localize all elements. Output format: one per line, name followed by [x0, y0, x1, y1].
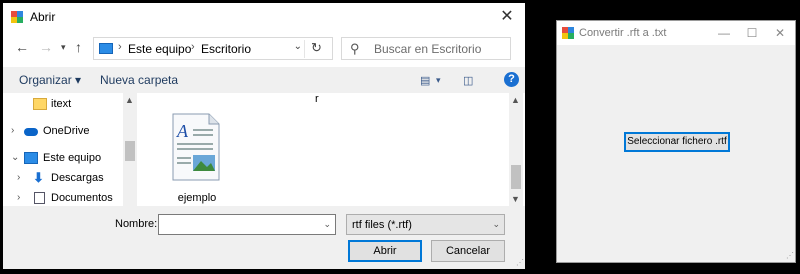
tree-item-label: Descargas: [51, 172, 104, 184]
help-icon[interactable]: ?: [504, 72, 519, 87]
chevron-down-icon[interactable]: ⌄: [294, 41, 302, 52]
minimize-icon[interactable]: —: [715, 24, 733, 42]
file-list-scrollbar[interactable]: ▲ ▼: [509, 93, 523, 206]
forward-arrow-icon[interactable]: →: [39, 39, 53, 55]
file-list: r A ejemplo: [137, 93, 509, 206]
filename-label: Nombre:: [115, 218, 158, 230]
breadcrumb-escritorio[interactable]: Escritorio: [201, 42, 251, 56]
tree-item-label: Documentos: [51, 192, 113, 204]
dialog-titlebar[interactable]: Abrir ✕: [3, 3, 525, 31]
svg-text:A: A: [176, 121, 189, 141]
file-item-label: r: [315, 93, 319, 105]
close-icon[interactable]: ✕: [497, 7, 517, 27]
cancel-button[interactable]: Cancelar: [431, 240, 505, 262]
app-icon: [11, 11, 23, 23]
form-titlebar[interactable]: Convertir .rft a .txt — ☐ ✕: [557, 21, 795, 45]
tree-item-label: itext: [51, 98, 72, 110]
tree-item-este-equipo[interactable]: ⌄ Este equipo: [3, 149, 123, 169]
folder-icon: [33, 98, 47, 110]
dialog-footer: Nombre: ⌄ rtf files (*.rtf) ⌄ Abrir Canc…: [3, 206, 525, 269]
search-placeholder: Buscar en Escritorio: [374, 42, 482, 56]
documents-icon: [34, 192, 45, 204]
recent-locations-chevron-icon[interactable]: ▾: [61, 42, 66, 53]
open-file-dialog: Abrir ✕ ← → ▾ ↑ › Este equipo › Escritor…: [3, 3, 525, 269]
tree-item-onedrive[interactable]: › OneDrive: [3, 122, 123, 142]
view-options-chevron-icon[interactable]: ▾: [436, 75, 441, 86]
filename-input[interactable]: ⌄: [158, 214, 336, 235]
select-file-button[interactable]: Seleccionar fichero .rtf: [624, 132, 730, 152]
form-title: Convertir .rft a .txt: [579, 27, 667, 39]
file-type-value: rtf files (*.rtf): [352, 219, 412, 231]
search-input[interactable]: ⚲ Buscar en Escritorio: [341, 37, 511, 60]
tree-item-itext[interactable]: itext: [3, 95, 123, 115]
computer-icon: [24, 152, 38, 164]
navigation-tree: itext › OneDrive ⌄ Este equipo › ⬇ Desca…: [3, 93, 137, 206]
up-arrow-icon[interactable]: ↑: [75, 39, 82, 55]
back-arrow-icon[interactable]: ←: [15, 39, 29, 55]
command-bar: Organizar ▾ Nueva carpeta ▤ ▾ ◫ ?: [3, 67, 525, 93]
refresh-icon[interactable]: ↻: [304, 40, 328, 58]
computer-icon: [99, 43, 113, 54]
file-item-label: ejemplo: [177, 192, 217, 204]
open-button[interactable]: Abrir: [348, 240, 422, 262]
chevron-down-icon[interactable]: ⌄: [11, 152, 19, 163]
rtf-document-icon: A: [172, 113, 220, 181]
cloud-icon: [24, 128, 38, 136]
resize-grip-icon[interactable]: ⋰: [516, 258, 524, 267]
app-icon: [562, 27, 574, 39]
address-bar[interactable]: › Este equipo › Escritorio ⌄ ↻: [93, 37, 333, 60]
tree-item-descargas[interactable]: › ⬇ Descargas: [3, 169, 123, 189]
chevron-right-icon[interactable]: ›: [17, 192, 20, 203]
scroll-up-icon[interactable]: ▲: [511, 95, 520, 105]
scrollbar-thumb[interactable]: [511, 165, 521, 189]
chevron-right-icon[interactable]: ›: [11, 125, 14, 136]
dialog-title: Abrir: [30, 10, 56, 24]
maximize-icon[interactable]: ☐: [743, 24, 761, 42]
chevron-down-icon[interactable]: ⌄: [492, 219, 500, 230]
breadcrumb-este-equipo[interactable]: Este equipo: [128, 42, 191, 56]
search-icon: ⚲: [350, 41, 360, 56]
scroll-up-icon[interactable]: ▲: [125, 95, 134, 105]
organize-button[interactable]: Organizar ▾: [19, 73, 81, 87]
change-view-icon[interactable]: ▤: [420, 74, 430, 87]
breadcrumb-separator-icon[interactable]: ›: [118, 41, 122, 53]
tree-scrollbar[interactable]: ▲: [123, 93, 137, 206]
file-type-select[interactable]: rtf files (*.rtf) ⌄: [346, 214, 505, 235]
new-folder-button[interactable]: Nueva carpeta: [100, 73, 178, 87]
breadcrumb-separator-icon[interactable]: ›: [191, 41, 195, 53]
tree-item-label: OneDrive: [43, 125, 90, 137]
scrollbar-thumb[interactable]: [125, 141, 135, 161]
chevron-right-icon[interactable]: ›: [17, 172, 20, 183]
browser-area: itext › OneDrive ⌄ Este equipo › ⬇ Desca…: [3, 93, 525, 206]
chevron-down-icon[interactable]: ⌄: [323, 219, 331, 230]
file-item-ejemplo[interactable]: A ejemplo: [165, 113, 229, 205]
preview-pane-icon[interactable]: ◫: [463, 74, 473, 87]
scroll-down-icon[interactable]: ▼: [511, 194, 520, 204]
tree-item-label: Este equipo: [43, 152, 102, 164]
download-icon: ⬇: [33, 170, 44, 185]
resize-grip-icon[interactable]: ⋰: [786, 251, 794, 260]
converter-window: Convertir .rft a .txt — ☐ ✕ Seleccionar …: [556, 20, 796, 263]
close-icon[interactable]: ✕: [771, 24, 789, 42]
